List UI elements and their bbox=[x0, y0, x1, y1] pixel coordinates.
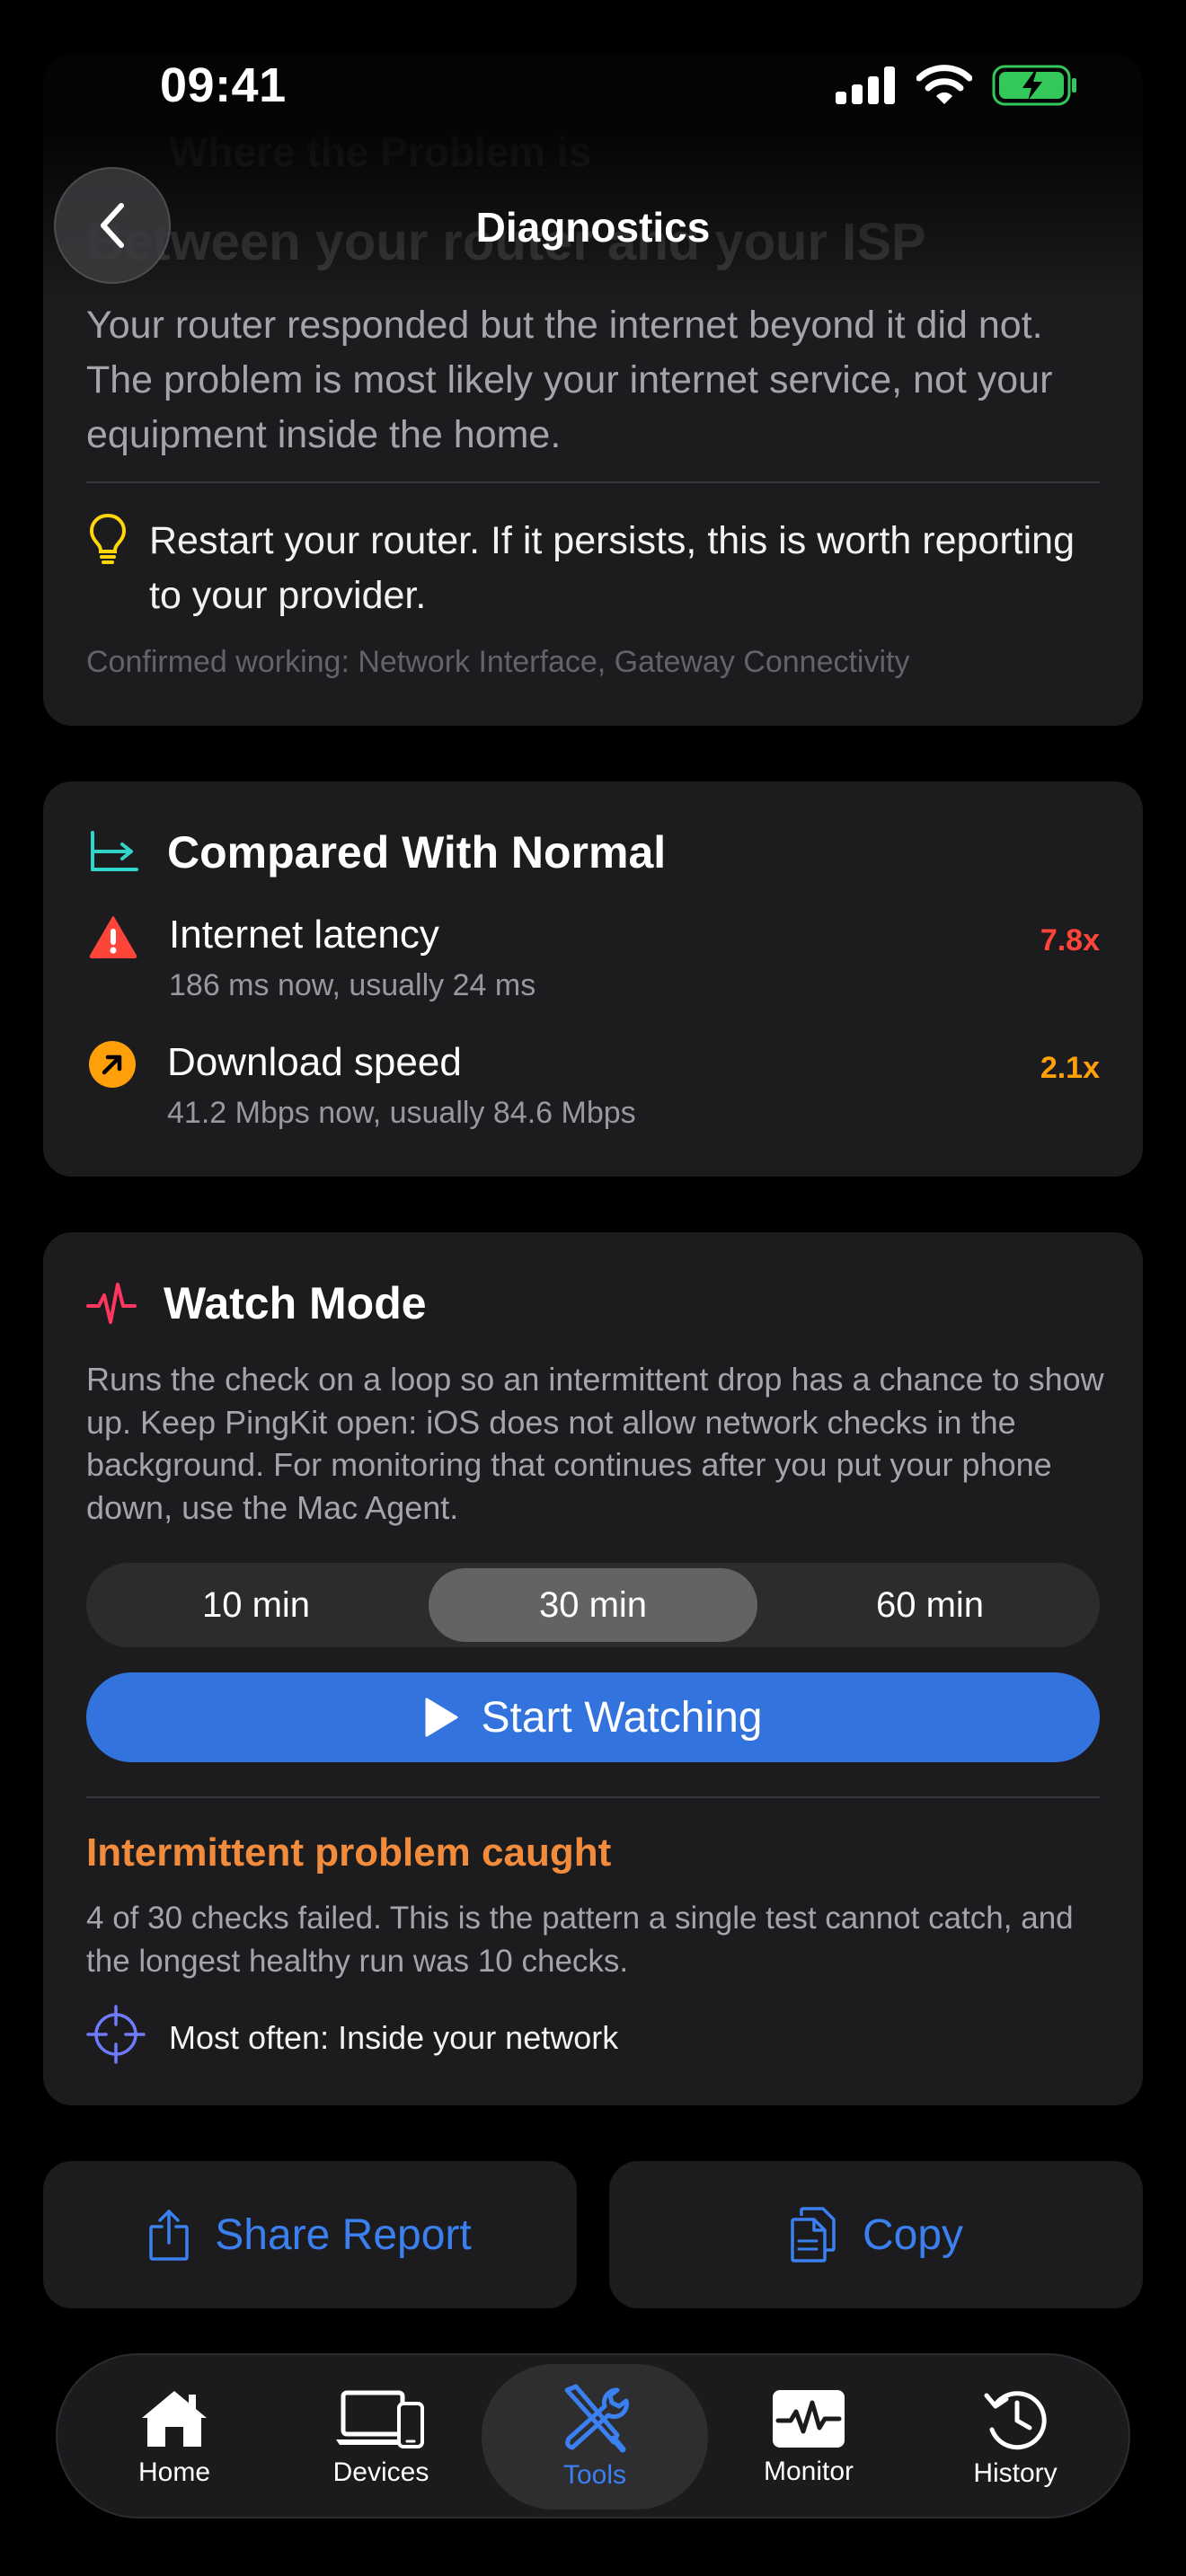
share-icon bbox=[149, 2210, 189, 2261]
download-title: Download speed bbox=[167, 1040, 462, 1084]
watch-mode-description: Runs the check on a loop so an intermitt… bbox=[86, 1361, 1104, 1526]
result-body: 4 of 30 checks failed. This is the patte… bbox=[86, 1901, 1074, 1979]
tab-history[interactable]: History bbox=[925, 2355, 1105, 2520]
copy-documents-icon bbox=[791, 2207, 836, 2263]
tab-devices-label: Devices bbox=[332, 2457, 429, 2487]
comparison-title: Compared With Normal bbox=[167, 827, 667, 878]
download-ratio: 2.1x bbox=[1040, 1051, 1100, 1085]
status-bar: 09:41 bbox=[0, 0, 1186, 171]
wifi-icon bbox=[916, 65, 972, 104]
page-title: Diagnostics bbox=[475, 204, 711, 251]
tab-devices[interactable]: Devices bbox=[291, 2355, 471, 2520]
result-title: Intermittent problem caught bbox=[86, 1831, 612, 1875]
start-watching-label: Start Watching bbox=[481, 1693, 763, 1742]
watch-mode-title: Watch Mode bbox=[164, 1278, 427, 1328]
lightbulb-icon bbox=[88, 512, 128, 570]
copy-label: Copy bbox=[862, 2210, 964, 2259]
watch-mode-card: Watch Mode Runs the check on a loop so a… bbox=[43, 1232, 1143, 2105]
scope-target-icon bbox=[86, 2005, 146, 2064]
tab-tools[interactable]: Tools bbox=[482, 2364, 708, 2510]
play-icon bbox=[425, 1698, 458, 1737]
tab-home[interactable]: Home bbox=[84, 2355, 264, 2520]
arrow-up-right-circle-icon bbox=[89, 1041, 136, 1088]
share-report-button[interactable]: Share Report bbox=[43, 2161, 577, 2308]
tab-monitor[interactable]: Monitor bbox=[719, 2355, 898, 2520]
tab-tools-label: Tools bbox=[562, 2460, 627, 2490]
warning-triangle-icon bbox=[89, 916, 137, 958]
download-subtitle: 41.2 Mbps now, usually 84.6 Mbps bbox=[167, 1096, 636, 1130]
latency-subtitle: 186 ms now, usually 24 ms bbox=[169, 968, 536, 1002]
tab-bar: Home Devices Tools Monitor History bbox=[56, 2353, 1130, 2519]
tools-icon bbox=[564, 2384, 629, 2453]
clock-history-icon bbox=[984, 2391, 1047, 2450]
divider bbox=[86, 481, 1100, 483]
chart-axis-arrow-icon bbox=[91, 831, 138, 871]
house-icon bbox=[142, 2391, 207, 2447]
duration-10-min[interactable]: 10 min bbox=[92, 1568, 420, 1642]
waveform-pulse-icon bbox=[86, 1283, 137, 1324]
status-time: 09:41 bbox=[160, 58, 287, 112]
comparison-card: Compared With Normal Internet latency 18… bbox=[43, 781, 1143, 1177]
confirmed-working-text: Confirmed working: Network Interface, Ga… bbox=[86, 645, 910, 679]
duration-segmented-control: 10 min 30 min 60 min bbox=[86, 1563, 1100, 1647]
devices-icon bbox=[336, 2390, 424, 2448]
divider bbox=[86, 1796, 1100, 1798]
tab-monitor-label: Monitor bbox=[763, 2457, 854, 2486]
waveform-icon bbox=[773, 2390, 845, 2448]
share-report-label: Share Report bbox=[215, 2210, 472, 2259]
battery-charging-icon bbox=[992, 65, 1076, 106]
tip-text: Restart your router. If it persists, thi… bbox=[149, 519, 1075, 617]
start-watching-button[interactable]: Start Watching bbox=[86, 1672, 1100, 1762]
tab-history-label: History bbox=[973, 2458, 1058, 2488]
most-often-text: Most often: Inside your network bbox=[169, 2019, 619, 2056]
tab-home-label: Home bbox=[137, 2457, 211, 2487]
latency-title: Internet latency bbox=[169, 913, 439, 957]
duration-60-min[interactable]: 60 min bbox=[766, 1568, 1094, 1642]
diagnosis-body: Your router responded but the internet b… bbox=[86, 304, 1053, 456]
latency-ratio: 7.8x bbox=[1040, 923, 1100, 957]
copy-button[interactable]: Copy bbox=[609, 2161, 1143, 2308]
duration-30-min[interactable]: 30 min bbox=[429, 1568, 757, 1642]
cellular-signal-icon bbox=[836, 66, 895, 104]
